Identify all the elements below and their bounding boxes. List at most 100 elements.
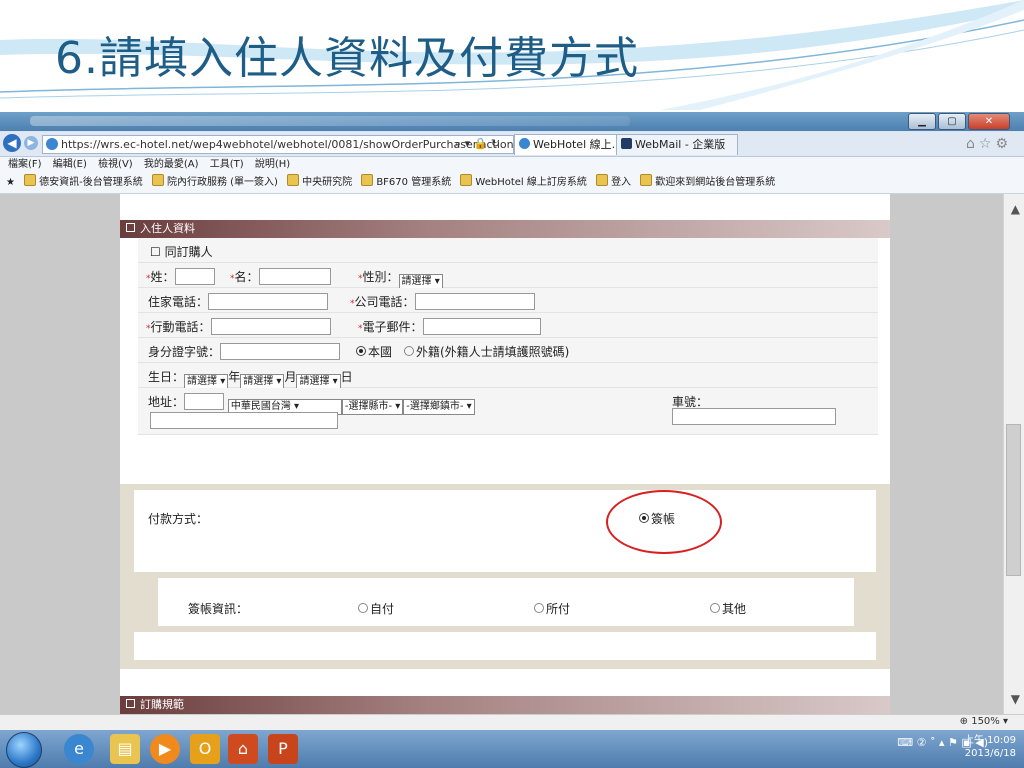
page-icon (596, 174, 609, 186)
section-title: 入住人資料 (140, 222, 195, 235)
toolbar-icons[interactable]: ⌂☆⚙ (966, 136, 1012, 152)
radio-label: 其他 (722, 602, 747, 616)
start-button[interactable] (6, 732, 42, 768)
tab-webhotel[interactable]: WebHotel 線上... × (514, 134, 624, 155)
select-value: 請選擇 (401, 276, 432, 287)
favorites-star-icon[interactable]: ★ (6, 177, 15, 188)
favorites-star-icon[interactable]: ☆ (979, 136, 996, 152)
outlook-icon[interactable]: O (190, 734, 220, 764)
zoom-level: 150% (971, 716, 1000, 727)
county-select[interactable]: -選擇縣市- ▾ (341, 399, 404, 415)
office-phone-label: 公司電話： (354, 295, 415, 309)
radio-label: 所付 (546, 602, 571, 616)
address-tools[interactable]: ⌕ ▾ 🔒 ↻ (455, 135, 500, 152)
menu-tools[interactable]: 工具(T) (210, 159, 244, 170)
menu-favorites[interactable]: 我的最愛(A) (144, 159, 199, 170)
office-phone-input[interactable] (414, 293, 535, 310)
same-as-buyer-checkbox[interactable]: ☐ 同訂購人 (150, 243, 213, 260)
powerpoint-icon[interactable]: P (268, 734, 298, 764)
page-icon (361, 174, 374, 186)
forward-button[interactable]: ▶ (24, 136, 38, 150)
form-row: 地址： 中華民國台灣 ▾ -選擇縣市- ▾ -選擇鄉鎮市- ▾ 車號： (138, 388, 878, 435)
home-phone-input[interactable] (208, 293, 329, 310)
menu-bar: 檔案(F) 編輯(E) 檢視(V) 我的最愛(A) 工具(T) 說明(H) (0, 157, 1024, 173)
menu-help[interactable]: 說明(H) (255, 159, 290, 170)
form-row: 住家電話： *公司電話： (138, 288, 878, 313)
back-button[interactable]: ◀ (3, 134, 21, 152)
scroll-up-icon[interactable]: ▲ (1011, 202, 1020, 216)
account-label: 簽帳資訊： (188, 602, 249, 616)
gear-icon[interactable]: ⚙ (995, 136, 1012, 152)
account-office-radio[interactable]: 所付 (534, 600, 570, 617)
form-row: *行動電話： *電子郵件： (138, 313, 878, 338)
first-name-input[interactable] (258, 268, 331, 285)
vertical-scrollbar[interactable]: ▲ ▼ (1003, 194, 1024, 714)
zip-input[interactable] (184, 393, 225, 410)
clock-date: 2013/6/18 (964, 748, 1016, 759)
account-other-radio[interactable]: 其他 (710, 600, 746, 617)
favorite-label: 德安資訊-後台管理系統 (39, 177, 143, 188)
account-self-radio[interactable]: 自付 (358, 600, 394, 617)
favorite-link[interactable]: 歡迎來到網站後台管理系統 (640, 174, 775, 188)
email-input[interactable] (422, 318, 541, 335)
radio-icon (710, 603, 720, 613)
taskbar: e ▤ ▶ O ⌂ P ⌨ ② ˚ ▴ ⚑ ▣ ◀) 上午 10:09 2013/… (0, 730, 1024, 768)
zoom-control[interactable]: ⊕ 150% ▾ (960, 716, 1008, 727)
maximize-button[interactable]: ▢ (938, 113, 966, 130)
slide-title: 6.請填入住人資料及付費方式 (55, 33, 639, 84)
close-button[interactable]: ✕ (968, 113, 1010, 130)
scroll-thumb[interactable] (1006, 424, 1021, 576)
nationality-foreign-radio[interactable]: 外籍(外籍人士請填護照號碼) (404, 343, 569, 360)
email-label: 電子郵件： (362, 320, 423, 334)
browser-window: ▁ ▢ ✕ ◀ ▶ https://wrs.ec-hotel.net/wep4w… (0, 112, 1024, 768)
menu-view[interactable]: 檢視(V) (98, 159, 133, 170)
day-label: 日 (340, 370, 353, 384)
nationality-native-radio[interactable]: 本國 (356, 343, 392, 360)
favorite-link[interactable]: BF670 管理系統 (361, 174, 451, 188)
favorite-link[interactable]: 中央研究院 (287, 174, 353, 188)
section-header-rules: 訂購規範 (120, 696, 890, 714)
favorite-link[interactable]: 院內行政服務 (單一簽入) (151, 174, 278, 188)
menu-edit[interactable]: 編輯(E) (53, 159, 87, 170)
radio-label: 本國 (368, 345, 393, 359)
tab-label: WebMail - 企業版 (635, 138, 726, 151)
home-icon[interactable]: ⌂ (228, 734, 258, 764)
first-name-label: 名： (234, 270, 259, 284)
section-title: 訂購規範 (140, 698, 184, 711)
menu-file[interactable]: 檔案(F) (8, 159, 42, 170)
id-number-input[interactable] (220, 343, 341, 360)
scroll-down-icon[interactable]: ▼ (1011, 692, 1020, 706)
mail-icon (621, 138, 632, 149)
clock-time: 上午 10:09 (964, 735, 1016, 746)
highlight-circle (606, 490, 722, 554)
favorite-link[interactable]: 德安資訊-後台管理系統 (24, 174, 143, 188)
file-explorer-icon[interactable]: ▤ (110, 734, 140, 764)
home-phone-label: 住家電話： (148, 295, 209, 309)
favorites-bar: ★ 德安資訊-後台管理系統 院內行政服務 (單一簽入) 中央研究院 BF670 … (0, 173, 1024, 194)
favorite-link[interactable]: WebHotel 線上訂房系統 (460, 174, 587, 188)
select-value: 請選擇 (187, 376, 218, 387)
minimize-button[interactable]: ▁ (908, 113, 936, 130)
clock[interactable]: 上午 10:09 2013/6/18 (964, 734, 1016, 760)
page-viewport[interactable]: 入住人資料 ☐ 同訂購人 *姓： *名： *性別： 請選擇 ▾ 住家電話： *公司… (0, 194, 1024, 714)
radio-icon (534, 603, 544, 613)
home-icon[interactable]: ⌂ (966, 136, 979, 152)
mobile-label: 行動電話： (150, 320, 211, 334)
favorite-link[interactable]: 登入 (596, 174, 631, 188)
mobile-input[interactable] (210, 318, 331, 335)
town-select[interactable]: -選擇鄉鎮市- ▾ (403, 399, 475, 415)
window-titlebar[interactable]: ▁ ▢ ✕ (0, 112, 1024, 131)
ie-icon[interactable]: e (64, 734, 94, 764)
radio-label: 自付 (370, 602, 395, 616)
section-header-guest: 入住人資料 (120, 220, 890, 238)
last-name-input[interactable] (174, 268, 215, 285)
favorite-label: 中央研究院 (302, 177, 353, 188)
payment-section: 付款方式： 簽帳 簽帳資訊： 自付 所付 其他 (120, 484, 890, 669)
plate-input[interactable] (672, 408, 836, 425)
tab-webmail[interactable]: WebMail - 企業版 (616, 134, 738, 155)
plate-label: 車號： (672, 395, 709, 409)
address-input[interactable] (150, 412, 338, 429)
address-input[interactable]: https://wrs.ec-hotel.net/wep4webhotel/we… (42, 135, 514, 154)
media-player-icon[interactable]: ▶ (150, 734, 180, 764)
account-panel: 簽帳資訊： 自付 所付 其他 (158, 578, 854, 626)
